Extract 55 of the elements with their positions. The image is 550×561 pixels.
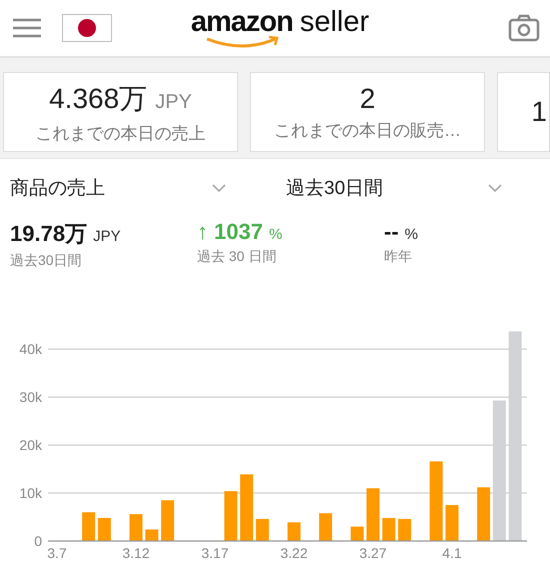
metric-value: -- (384, 219, 399, 245)
summary-value: 1 (531, 96, 547, 128)
bar (477, 487, 490, 541)
metric-unit: % (404, 226, 418, 243)
bar (161, 500, 174, 541)
bar (224, 491, 238, 541)
bar (288, 522, 300, 541)
metric-caption: 昨年 (384, 248, 413, 266)
filter-dropdown[interactable]: 過去30日間 (286, 175, 540, 201)
chevron-down-icon (488, 184, 502, 192)
trend-arrow: ↑ (197, 219, 208, 245)
axis-label: 40k (19, 341, 42, 358)
metric-unit: JPY (93, 228, 121, 245)
summary-value: 4.368万 (49, 82, 148, 116)
flag-icon[interactable] (62, 14, 112, 42)
app-logo: amazon seller (190, 8, 370, 36)
bar (256, 518, 269, 541)
bar (82, 512, 96, 541)
chevron-down-icon (212, 184, 226, 192)
axis-label: 10k (19, 485, 42, 502)
metric-caption: 過去 30 日間 (197, 248, 278, 266)
bar (366, 488, 380, 541)
summary-card[interactable]: 4.368万 JPY これまでの本日の売上 (3, 72, 238, 152)
bar (350, 526, 364, 541)
metric-caption: 過去30日間 (10, 252, 83, 270)
summary-label: これまでの本日の販売… (274, 120, 461, 142)
axis-label: 3.17 (201, 545, 229, 561)
camera-icon[interactable] (508, 14, 540, 42)
axis-label: 3.7 (47, 545, 67, 561)
axis-label: 30k (19, 389, 42, 406)
bar (446, 505, 458, 541)
bar (319, 513, 332, 541)
bar (382, 518, 396, 541)
metric-unit: % (268, 226, 282, 243)
bar (145, 530, 158, 541)
filter-dropdown[interactable]: 商品の売上 (10, 175, 266, 201)
bar (130, 514, 142, 541)
axis-label: 20k (19, 437, 42, 454)
menu-icon[interactable] (12, 18, 42, 38)
axis-label: 4.1 (442, 545, 462, 561)
bar (98, 518, 111, 541)
metric-value: 1037 (214, 219, 263, 245)
axis-label: 3.27 (359, 545, 387, 561)
axis-label: 3.22 (280, 545, 308, 561)
axis-label: 0 (34, 533, 42, 549)
smile-arrow-icon (204, 34, 281, 48)
summary-card[interactable]: 1 (497, 72, 550, 152)
summary-card[interactable]: 2 これまでの本日の販売… (250, 72, 485, 152)
summary-value: 2 (360, 82, 376, 114)
bar (398, 518, 412, 541)
metric-value: 19.78万 (10, 220, 88, 248)
axis-label: 3.12 (122, 545, 150, 561)
bar (240, 474, 254, 541)
summary-label: これまでの本日の売上 (36, 122, 206, 144)
currency-unit: JPY (155, 90, 192, 114)
